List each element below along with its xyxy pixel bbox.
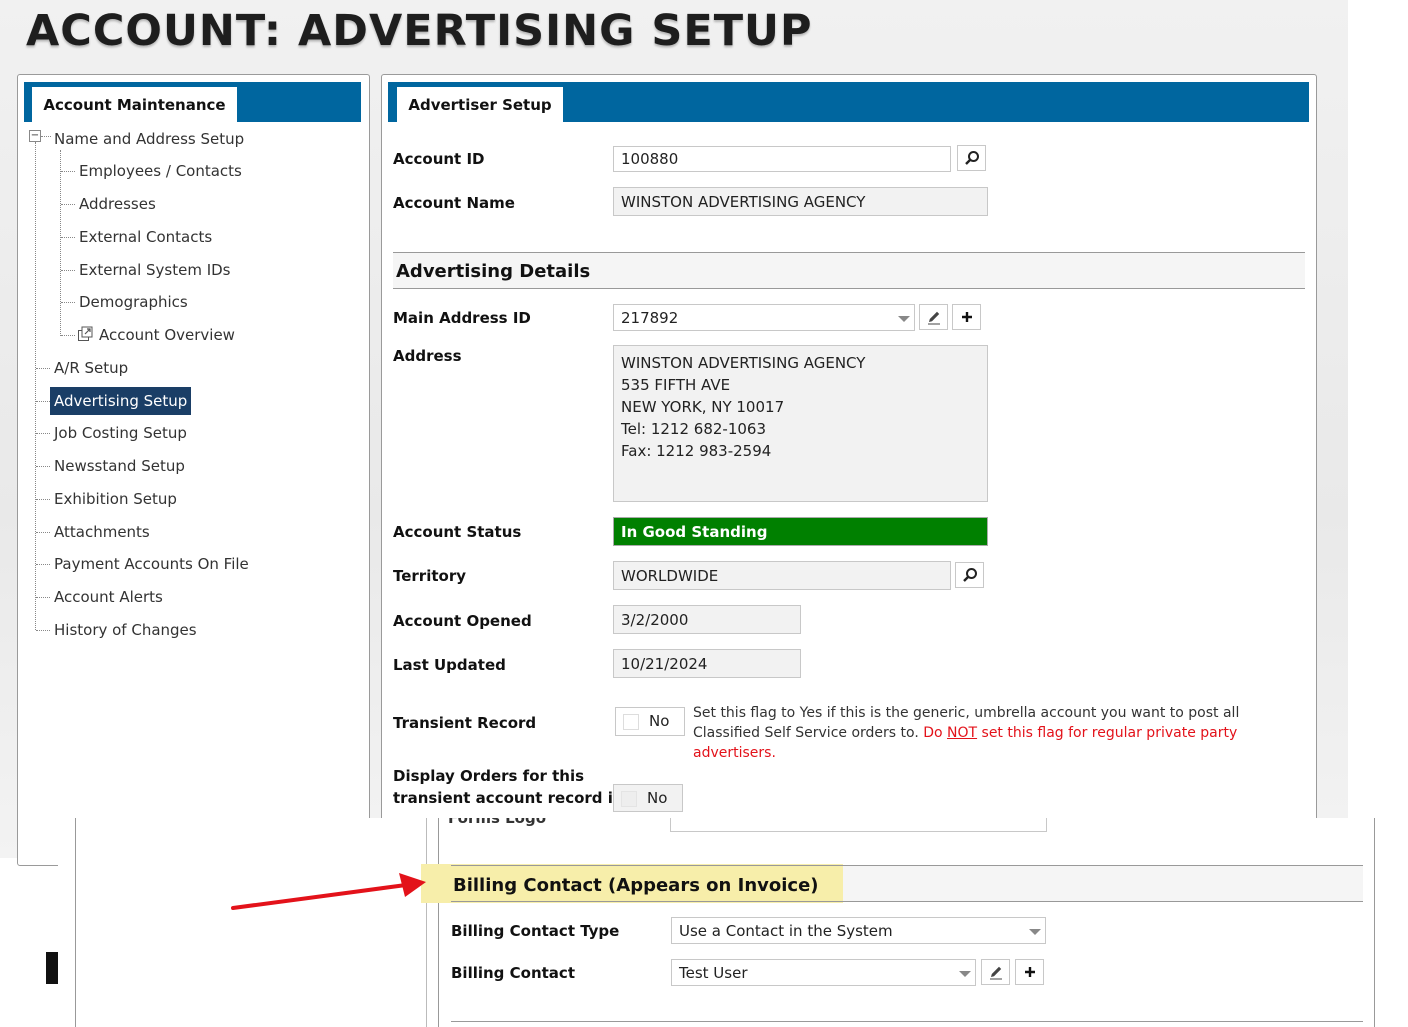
edit-address-button[interactable]	[919, 304, 948, 330]
tree-item-exhibition-setup[interactable]: Exhibition Setup	[50, 488, 181, 510]
tree-item-ar-setup[interactable]: A/R Setup	[50, 357, 132, 379]
billing-section-band	[843, 866, 1363, 901]
transient-record-note: Set this flag to Yes if this is the gene…	[693, 705, 1240, 761]
address-line: Fax: 1212 983-2594	[621, 442, 772, 460]
tree-item-advertising-setup[interactable]: Advertising Setup	[50, 387, 192, 415]
tree-item-history-of-changes[interactable]: History of Changes	[50, 619, 201, 641]
plus-icon	[961, 312, 972, 322]
tree-item-external-contacts[interactable]: External Contacts	[75, 226, 216, 248]
address-line: Tel: 1212 682-1063	[621, 420, 766, 438]
account-search-button[interactable]	[957, 145, 986, 171]
tree-item-newsstand-setup[interactable]: Newsstand Setup	[50, 455, 189, 477]
billing-contact-select[interactable]: Test User	[671, 959, 976, 986]
main-address-id-label: Main Address ID	[393, 309, 531, 327]
red-arrow-icon	[231, 873, 426, 910]
pencil-icon	[927, 311, 940, 325]
address-line: NEW YORK, NY 10017	[621, 398, 785, 416]
external-link-icon	[77, 326, 93, 342]
search-icon	[964, 151, 979, 165]
forms-logo-select[interactable]	[670, 818, 1047, 832]
cursor-artifact	[46, 952, 58, 984]
add-billing-contact-button[interactable]	[1015, 959, 1044, 985]
billing-contact-label: Billing Contact	[451, 964, 575, 982]
search-icon	[962, 568, 977, 582]
address-line: WINSTON ADVERTISING AGENCY	[621, 354, 866, 372]
tree-item-employees-contacts[interactable]: Employees / Contacts	[75, 160, 246, 182]
tab-account-maintenance[interactable]: Account Maintenance	[32, 87, 237, 122]
tree-item-demographics[interactable]: Demographics	[75, 291, 192, 313]
plus-icon	[1024, 967, 1035, 977]
tree-item-external-system-ids[interactable]: External System IDs	[75, 259, 235, 281]
territory-field[interactable]: WORLDWIDE	[613, 561, 951, 590]
territory-label: Territory	[393, 567, 467, 585]
billing-contact-type-select[interactable]: Use a Contact in the System	[671, 917, 1046, 944]
account-status-label: Account Status	[393, 523, 522, 541]
account-name-field: WINSTON ADVERTISING AGENCY	[613, 187, 988, 216]
tree-item-addresses[interactable]: Addresses	[75, 193, 160, 215]
chevron-down-icon[interactable]	[959, 970, 971, 977]
forms-logo-label: Forms Logo	[448, 818, 547, 827]
transient-record-label: Transient Record	[393, 714, 537, 732]
checkbox-icon	[621, 791, 637, 807]
transient-record-toggle[interactable]: No	[615, 707, 685, 736]
checkbox-icon	[623, 714, 639, 730]
display-orders-label-1: Display Orders for this	[393, 767, 585, 785]
account-status-badge: In Good Standing	[613, 517, 988, 546]
tab-advertiser-setup[interactable]: Advertiser Setup	[397, 87, 563, 122]
add-address-button[interactable]	[952, 304, 981, 330]
account-id-label: Account ID	[393, 150, 485, 168]
address-line: 535 FIFTH AVE	[621, 376, 731, 394]
account-name-label: Account Name	[393, 194, 515, 212]
address-label: Address	[393, 347, 462, 365]
billing-contact-type-label: Billing Contact Type	[451, 922, 620, 940]
tree-item-attachments[interactable]: Attachments	[50, 521, 154, 543]
territory-search-button[interactable]	[955, 562, 984, 588]
chevron-down-icon[interactable]	[1029, 928, 1041, 935]
page-title: ACCOUNT: ADVERTISING SETUP	[26, 6, 813, 56]
account-opened-label: Account Opened	[393, 612, 532, 630]
last-updated-field: 10/21/2024	[613, 649, 801, 678]
address-box: WINSTON ADVERTISING AGENCY 535 FIFTH AVE…	[613, 345, 988, 502]
account-id-field[interactable]: 100880	[613, 146, 951, 172]
display-orders-toggle[interactable]: No	[613, 784, 683, 812]
pencil-icon	[989, 966, 1002, 980]
collapse-icon[interactable]: −	[29, 130, 41, 142]
display-orders-label-2: transient account record in	[393, 789, 624, 807]
tree-item-account-alerts[interactable]: Account Alerts	[50, 586, 167, 608]
advertising-details-heading: Advertising Details	[396, 261, 591, 282]
last-updated-label: Last Updated	[393, 656, 506, 674]
edit-billing-contact-button[interactable]	[981, 959, 1010, 985]
tree-item-name-address[interactable]: Name and Address Setup	[50, 128, 248, 150]
tree-item-account-overview[interactable]: Account Overview	[95, 324, 239, 346]
tree-item-payment-accounts[interactable]: Payment Accounts On File	[50, 553, 253, 575]
account-opened-field: 3/2/2000	[613, 605, 801, 634]
tree-item-job-costing-setup[interactable]: Job Costing Setup	[50, 422, 191, 444]
main-address-id-select[interactable]: 217892	[613, 304, 915, 331]
billing-contact-heading: Billing Contact (Appears on Invoice)	[453, 875, 819, 896]
chevron-down-icon[interactable]	[898, 315, 910, 322]
